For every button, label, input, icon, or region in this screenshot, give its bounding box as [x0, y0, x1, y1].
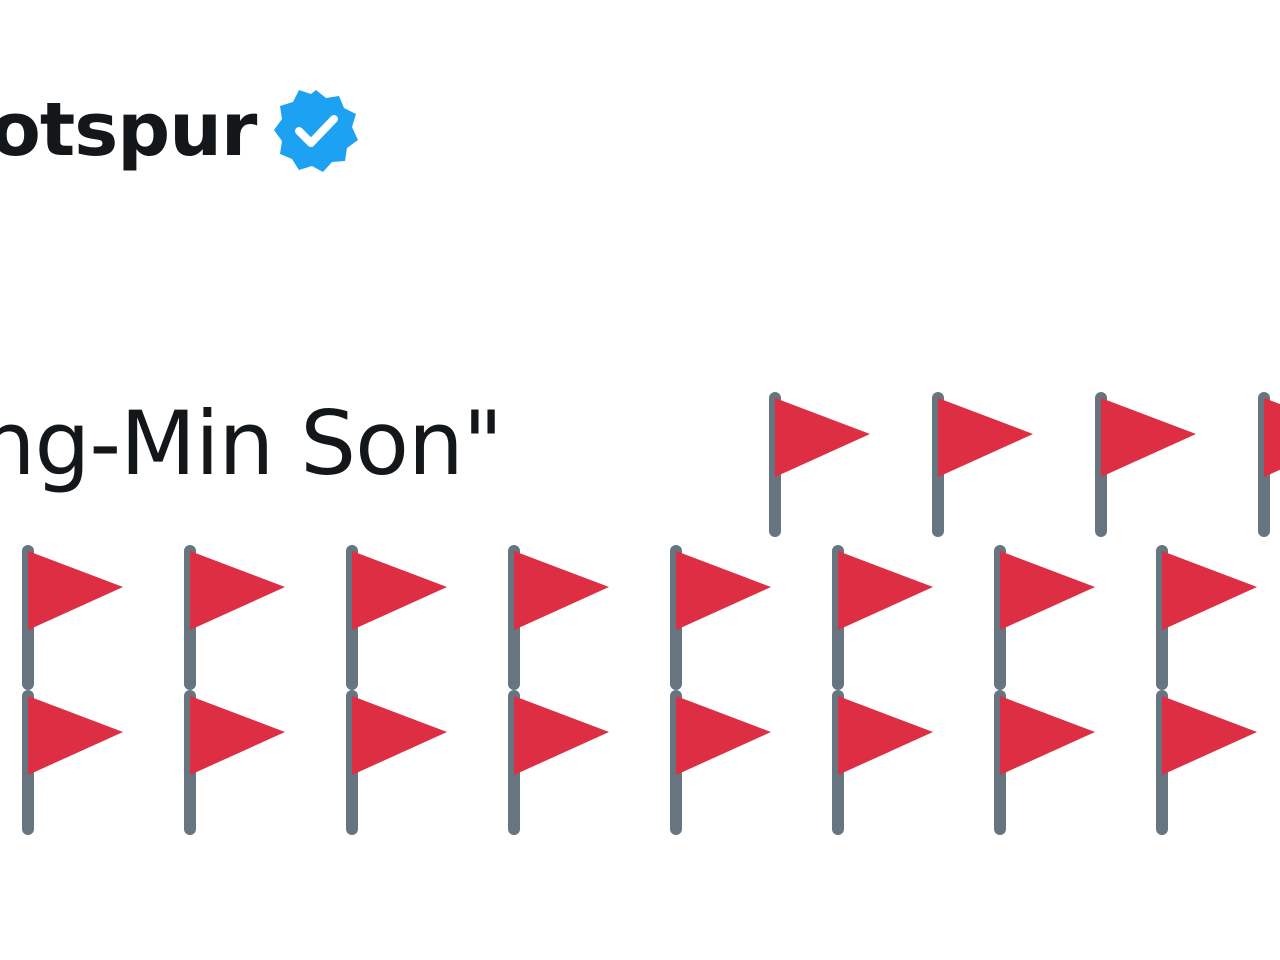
red-flag-icon	[666, 690, 786, 840]
red-flag-icon	[1152, 545, 1272, 695]
red-flag-icon	[828, 545, 948, 695]
display-name[interactable]: otspur	[0, 93, 257, 167]
red-flag-icon	[504, 690, 624, 840]
red-flag-icon	[504, 545, 624, 695]
tweet-header: otspur	[0, 80, 359, 180]
red-flag-icon	[18, 545, 138, 695]
red-flag-icon	[765, 392, 885, 542]
red-flag-icon	[990, 690, 1110, 840]
red-flag-icon	[666, 545, 786, 695]
red-flag-icon	[1152, 690, 1272, 840]
red-flag-icon	[342, 690, 462, 840]
tweet: otspur ung-Min Son"	[0, 0, 1280, 960]
red-flag-icon	[18, 690, 138, 840]
red-flag-icon	[180, 690, 300, 840]
tweet-text: ung-Min Son"	[0, 392, 503, 495]
red-flag-icon	[1254, 392, 1280, 542]
red-flag-icon	[1091, 392, 1211, 542]
red-flag-icon	[342, 545, 462, 695]
red-flag-icon	[928, 392, 1048, 542]
red-flag-icon	[828, 690, 948, 840]
red-flag-icon	[180, 545, 300, 695]
red-flag-icon	[990, 545, 1110, 695]
verified-badge-icon	[274, 88, 359, 172]
